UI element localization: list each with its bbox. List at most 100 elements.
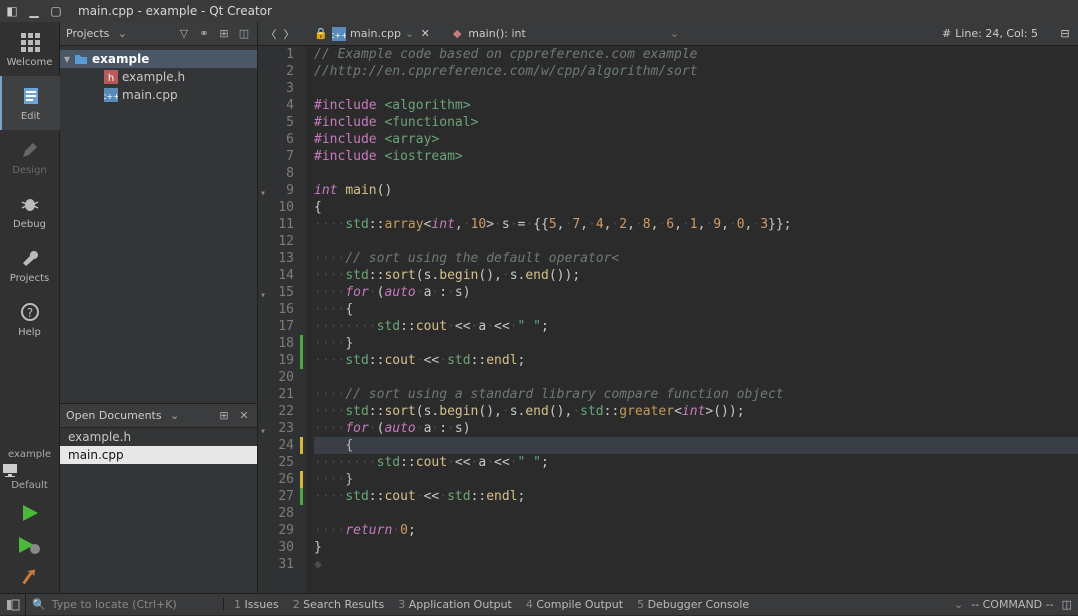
line-number[interactable]: 5 (258, 114, 294, 131)
split-horizontal-icon[interactable]: ⊟ (1058, 27, 1072, 41)
tree-file[interactable]: c++ main.cpp (60, 86, 257, 104)
chevron-down-icon[interactable]: ⌄ (115, 27, 129, 41)
project-tree[interactable]: ▾ example h example.h c++ main.cpp (60, 46, 257, 403)
line-number[interactable]: 31 (258, 556, 294, 573)
add-pane-icon[interactable]: ⊞ (217, 27, 231, 41)
line-number[interactable]: 9▾ (258, 182, 294, 199)
code-line[interactable] (314, 369, 1078, 386)
output-tab[interactable]: 1 Issues (234, 598, 279, 611)
filter-icon[interactable]: ▽ (177, 27, 191, 41)
run-debug-button[interactable] (0, 529, 60, 561)
close-icon[interactable]: ✕ (418, 27, 432, 41)
open-doc[interactable]: main.cpp (60, 446, 257, 464)
line-number[interactable]: 2 (258, 63, 294, 80)
code-line[interactable]: ◆ (314, 556, 1078, 573)
code-line[interactable] (314, 165, 1078, 182)
code-line[interactable] (314, 505, 1078, 522)
code-line[interactable]: ····{ (314, 437, 1078, 454)
line-number[interactable]: 29 (258, 522, 294, 539)
line-col-indicator[interactable]: # Line: 24, Col: 5 (934, 27, 1046, 40)
mode-debug[interactable]: Debug (0, 184, 60, 238)
line-number[interactable]: 25 (258, 454, 294, 471)
line-number[interactable]: 3 (258, 80, 294, 97)
output-tab[interactable]: 4 Compile Output (526, 598, 623, 611)
line-number[interactable]: 16 (258, 301, 294, 318)
open-doc[interactable]: example.h (60, 428, 257, 446)
add-pane-icon[interactable]: ⊞ (217, 409, 231, 423)
code-area[interactable]: 123456789▾101112131415▾1617181920212223▾… (258, 46, 1078, 593)
code-line[interactable] (314, 80, 1078, 97)
tree-file[interactable]: h example.h (60, 68, 257, 86)
output-tab[interactable]: 3 Application Output (398, 598, 512, 611)
code-line[interactable]: #include <functional> (314, 114, 1078, 131)
code-line[interactable]: ····std::sort(s.begin(),·s.end(),·std::g… (314, 403, 1078, 420)
code-line[interactable] (314, 233, 1078, 250)
code-line[interactable]: ····// sort using the default operator< (314, 250, 1078, 267)
mode-edit[interactable]: Edit (0, 76, 60, 130)
line-number[interactable]: 1 (258, 46, 294, 63)
split-close-group[interactable]: ⊟ (1052, 27, 1078, 41)
code-line[interactable]: ····// sort using a standard library com… (314, 386, 1078, 403)
active-project-kit[interactable]: example Default (0, 443, 59, 497)
mode-help[interactable]: ? Help (0, 292, 60, 346)
code-line[interactable]: ····return·0; (314, 522, 1078, 539)
window-menu-icon[interactable]: ◧ (6, 5, 18, 17)
line-number[interactable]: 30 (258, 539, 294, 556)
line-number[interactable]: 20 (258, 369, 294, 386)
line-number[interactable]: 12 (258, 233, 294, 250)
code-line[interactable]: } (314, 539, 1078, 556)
open-documents-list[interactable]: example.h main.cpp (60, 428, 257, 593)
line-number[interactable]: 15▾ (258, 284, 294, 301)
line-number[interactable]: 23▾ (258, 420, 294, 437)
code-line[interactable]: ····std::cout·<<·std::endl; (314, 352, 1078, 369)
window-maximize-icon[interactable]: ▢ (50, 5, 62, 17)
nav-back-forward[interactable]: 〈 〉 (258, 27, 302, 41)
code-line[interactable]: #include <algorithm> (314, 97, 1078, 114)
line-number[interactable]: 13 (258, 250, 294, 267)
code-line[interactable]: ····std::sort(s.begin(),·s.end()); (314, 267, 1078, 284)
code-text[interactable]: // Example code based on cppreference.co… (306, 46, 1078, 593)
code-line[interactable]: ····for·(auto·a·:·s) (314, 420, 1078, 437)
line-number[interactable]: 26 (258, 471, 294, 488)
line-number[interactable]: 19 (258, 352, 294, 369)
line-number[interactable]: 27 (258, 488, 294, 505)
code-line[interactable]: #include <array> (314, 131, 1078, 148)
link-icon[interactable]: ⚭ (197, 27, 211, 41)
line-number[interactable]: 10 (258, 199, 294, 216)
line-number-gutter[interactable]: 123456789▾101112131415▾1617181920212223▾… (258, 46, 300, 593)
code-line[interactable]: // Example code based on cppreference.co… (314, 46, 1078, 63)
code-line[interactable]: //http://en.cppreference.com/w/cpp/algor… (314, 63, 1078, 80)
window-minimize-icon[interactable]: ▁ (28, 5, 40, 17)
close-pane-icon[interactable]: ✕ (237, 409, 251, 423)
line-number[interactable]: 24 (258, 437, 294, 454)
chevron-down-icon[interactable]: ⌄ (405, 27, 414, 40)
chevron-down-icon[interactable]: ⌄ (954, 598, 963, 611)
line-number[interactable]: 11 (258, 216, 294, 233)
tree-project-root[interactable]: ▾ example (60, 50, 257, 68)
code-line[interactable]: ····} (314, 471, 1078, 488)
chevron-down-icon[interactable]: ⌄ (670, 27, 679, 40)
code-line[interactable]: { (314, 199, 1078, 216)
code-line[interactable]: ····} (314, 335, 1078, 352)
code-line[interactable]: ········std::cout·<<·a·<<·" "; (314, 318, 1078, 335)
run-button[interactable] (0, 497, 60, 529)
line-number[interactable]: 6 (258, 131, 294, 148)
code-line[interactable]: ····for·(auto·a·:·s) (314, 284, 1078, 301)
code-line[interactable]: ····{ (314, 301, 1078, 318)
line-number[interactable]: 22 (258, 403, 294, 420)
line-number[interactable]: 21 (258, 386, 294, 403)
output-tab[interactable]: 5 Debugger Console (637, 598, 749, 611)
code-line[interactable]: int main() (314, 182, 1078, 199)
line-number[interactable]: 8 (258, 165, 294, 182)
line-number[interactable]: 28 (258, 505, 294, 522)
file-tab[interactable]: 🔒 c++ main.cpp ⌄ ✕ (308, 27, 438, 41)
build-button[interactable] (0, 561, 60, 593)
toggle-sidebar-button[interactable] (0, 594, 26, 616)
mode-projects[interactable]: Projects (0, 238, 60, 292)
line-number[interactable]: 7 (258, 148, 294, 165)
toggle-output-icon[interactable]: ◫ (1062, 598, 1072, 611)
code-line[interactable]: #include <iostream> (314, 148, 1078, 165)
code-line[interactable]: ········std::cout·<<·a·<<·" "; (314, 454, 1078, 471)
line-number[interactable]: 18 (258, 335, 294, 352)
output-tab[interactable]: 2 Search Results (293, 598, 385, 611)
